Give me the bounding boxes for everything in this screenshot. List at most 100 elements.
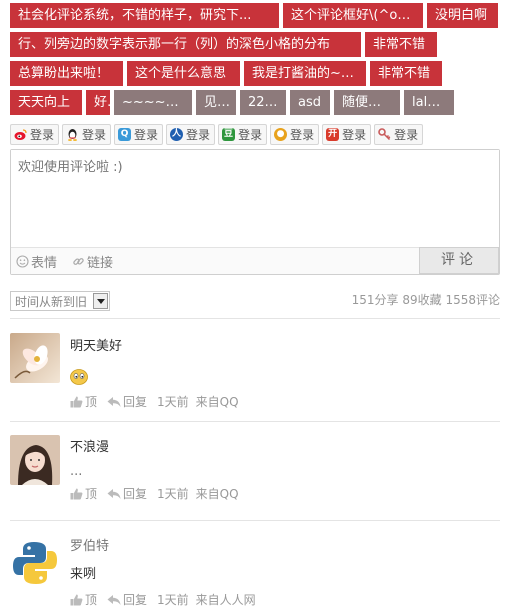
comment-time: 1天前: [157, 395, 189, 409]
reply-label: 回复: [123, 593, 148, 607]
tag-cloud: 社会化评论系统，不错的样子，研究下... 这个评论框好\(^o^)/~ 没明白啊…: [10, 3, 502, 119]
reply-label: 回复: [123, 487, 148, 501]
login-renren-button[interactable]: 人 登录: [166, 124, 216, 145]
comment-content: [70, 369, 500, 385]
login-weibo-button[interactable]: 登录: [10, 124, 60, 145]
login-label: 登录: [30, 128, 55, 142]
comment-username[interactable]: 罗伯特: [70, 535, 500, 554]
thumbs-up-icon: [70, 488, 83, 499]
comment-editor: 表情 链接 评论: [10, 149, 500, 275]
emoji-button[interactable]: 表情: [16, 252, 57, 271]
avatar[interactable]: [10, 538, 60, 588]
login-label: 登录: [394, 128, 419, 142]
login-kaixin-button[interactable]: 开 登录: [322, 124, 372, 145]
tag[interactable]: 见过: [196, 90, 236, 115]
login-label: 登录: [82, 128, 107, 142]
upvote-label: 顶: [85, 487, 98, 501]
reply-label: 回复: [123, 395, 148, 409]
submit-comment-button[interactable]: 评论: [419, 247, 499, 274]
kaixin-icon: 开: [326, 128, 340, 141]
comment-stats: 151分享 89收藏 1558评论: [351, 293, 500, 307]
sort-selected-value: 时间从新到旧: [15, 294, 88, 309]
tag[interactable]: 行、列旁边的数字表示那一行（列）的深色小格的分布: [10, 32, 361, 57]
social-login-bar: 登录 登录 Q 登录 人 登录 豆 登录 ● 登录 开 登录 登录: [10, 124, 424, 145]
comment-meta: 顶 回复 1天前 来自人人网: [70, 591, 500, 608]
tag[interactable]: 非常不错: [370, 61, 442, 86]
login-qq-button[interactable]: 登录: [62, 124, 112, 145]
reply-button[interactable]: 回复: [107, 393, 147, 410]
comment-input[interactable]: [11, 150, 499, 247]
reply-button[interactable]: 回复: [107, 485, 147, 502]
login-label: 登录: [134, 128, 159, 142]
reply-arrow-icon: [107, 396, 121, 407]
comment-text: 来咧: [70, 567, 97, 582]
qzone-icon: Q: [118, 128, 132, 141]
tag[interactable]: ~~~~~~啥: [114, 90, 192, 115]
comment-time: 1天前: [157, 487, 189, 501]
upvote-button[interactable]: 顶: [70, 591, 97, 608]
python-logo-icon: [10, 538, 60, 588]
tag[interactable]: 随便看看: [334, 90, 400, 115]
weibo-icon: [14, 128, 27, 141]
comment-meta: 顶 回复 1天前 来自QQ: [70, 485, 500, 502]
tag[interactable]: 天天向上: [10, 90, 82, 115]
divider: [10, 318, 500, 319]
tag[interactable]: 这个评论框好\(^o^)/~: [283, 3, 423, 28]
login-qzone-button[interactable]: Q 登录: [114, 124, 164, 145]
tag[interactable]: 社会化评论系统，不错的样子，研究下...: [10, 3, 279, 28]
thumbs-up-icon: [70, 594, 83, 605]
tag[interactable]: 总算盼出来啦！: [10, 61, 123, 86]
sort-select[interactable]: 时间从新到旧: [10, 291, 110, 311]
tag[interactable]: lalala: [404, 90, 454, 115]
tag[interactable]: 好: [86, 90, 110, 115]
comment-source: 来自QQ: [195, 487, 239, 501]
upvote-label: 顶: [85, 395, 98, 409]
upvote-label: 顶: [85, 593, 98, 607]
emoji-icon: [70, 369, 88, 385]
renren-icon: 人: [170, 128, 184, 141]
reply-button[interactable]: 回复: [107, 591, 147, 608]
upvote-button[interactable]: 顶: [70, 485, 97, 502]
comment-body: 不浪漫 ... 顶 回复 1天前 来自QQ: [70, 435, 500, 502]
emoji-label: 表情: [31, 255, 58, 271]
divider: [10, 421, 500, 422]
reply-arrow-icon: [107, 594, 121, 605]
login-douban-button[interactable]: 豆 登录: [218, 124, 268, 145]
tag[interactable]: 没明白啊: [427, 3, 498, 28]
tag[interactable]: 我是打酱油的~~~: [244, 61, 366, 86]
tag[interactable]: asd: [290, 90, 330, 115]
tag-row: 行、列旁边的数字表示那一行（列）的深色小格的分布 非常不错: [10, 32, 502, 57]
qq-icon: [66, 128, 79, 141]
editor-toolbar: 表情 链接 评论: [11, 247, 499, 274]
login-label: 登录: [290, 128, 315, 142]
douban-icon: 豆: [222, 128, 236, 141]
tag[interactable]: 非常不错: [365, 32, 437, 57]
thumbs-up-icon: [70, 396, 83, 407]
comment-username[interactable]: 明天美好: [70, 335, 500, 354]
tag[interactable]: 这个是什么意思: [127, 61, 240, 86]
tag-row: 天天向上 好 ~~~~~~啥 见过 2222 asd 随便看看 lalala: [10, 90, 502, 115]
link-icon: [73, 257, 84, 265]
comment-body: 罗伯特 来咧 顶 回复 1天前 来自人人网: [70, 535, 500, 608]
avatar[interactable]: [10, 333, 60, 383]
tag[interactable]: 2222: [240, 90, 286, 115]
comment-text: ...: [70, 464, 83, 479]
avatar[interactable]: [10, 435, 60, 485]
comment-time: 1天前: [157, 593, 189, 607]
upvote-button[interactable]: 顶: [70, 393, 97, 410]
link-label: 链接: [87, 255, 114, 271]
link-button[interactable]: 链接: [72, 252, 113, 271]
comment-body: 明天美好 顶 回复 1天前 来自QQ: [70, 333, 500, 410]
login-sohu-button[interactable]: ● 登录: [270, 124, 320, 145]
reply-arrow-icon: [107, 488, 121, 499]
login-label: 登录: [342, 128, 367, 142]
comment-source: 来自人人网: [195, 593, 256, 607]
comment-username[interactable]: 不浪漫: [70, 436, 500, 455]
dropdown-arrow-icon: [93, 293, 108, 309]
tag-row: 总算盼出来啦！ 这个是什么意思 我是打酱油的~~~ 非常不错: [10, 61, 502, 86]
login-label: 登录: [238, 128, 263, 142]
login-label: 登录: [186, 128, 211, 142]
login-other-button[interactable]: 登录: [374, 124, 424, 145]
key-icon: [378, 128, 391, 141]
divider: [10, 520, 500, 521]
